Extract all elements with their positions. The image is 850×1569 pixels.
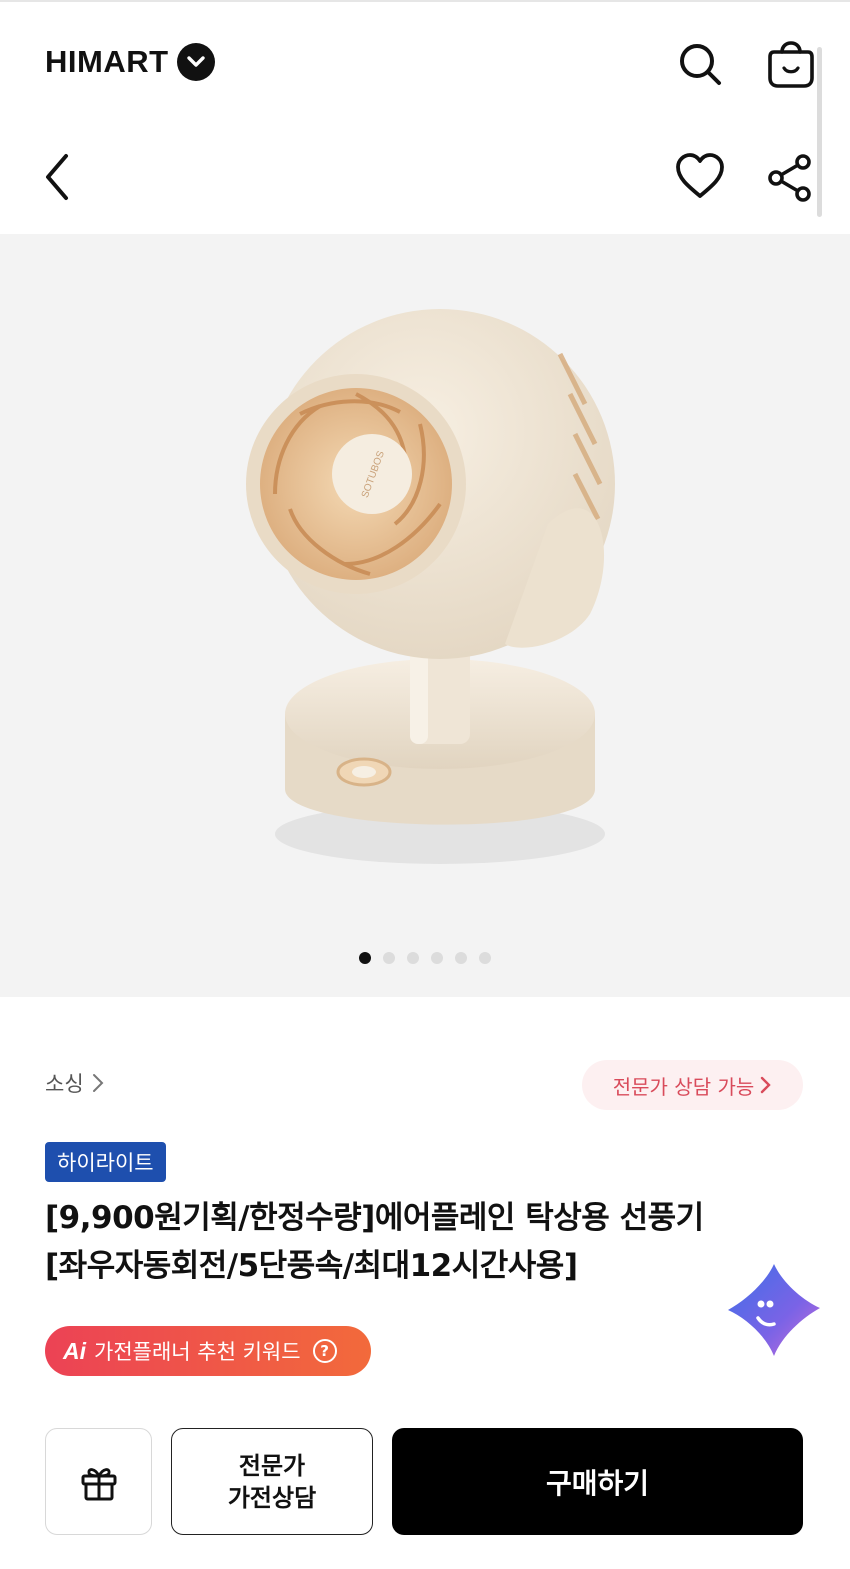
chevron-right-icon [761, 1076, 771, 1094]
share-icon [768, 154, 811, 202]
shopping-bag-icon [768, 41, 814, 88]
expert-consult-label: 전문가 상담 가능 [612, 1074, 755, 1099]
ai-planner-keyword-button[interactable]: Ai 가전플래너 추천 키워드 ? [45, 1326, 371, 1376]
back-button[interactable] [32, 148, 82, 206]
ai-assistant-float-button[interactable] [724, 1260, 824, 1360]
product-title-line1: [9,900원기획/한정수량]에어플레인 탁상용 선풍기 [45, 1200, 704, 1236]
carousel-dot[interactable] [431, 952, 443, 964]
product-image-gallery[interactable]: SOTUBOS [0, 234, 850, 997]
carousel-dot[interactable] [383, 952, 395, 964]
product-title-line2: [좌우자동회전/5단풍속/최대12시간사용] [45, 1248, 578, 1284]
ai-planner-label: 가전플래너 추천 키워드 [94, 1340, 301, 1364]
highlight-badge: 하이라이트 [45, 1142, 166, 1182]
expert-consult-button[interactable]: 전문가 가전상담 [171, 1428, 373, 1535]
gift-button[interactable] [45, 1428, 152, 1535]
heart-icon [676, 153, 724, 198]
product-title: [9,900원기획/한정수량]에어플레인 탁상용 선풍기 [좌우자동회전/5단풍… [45, 1194, 805, 1290]
header: HIMART [0, 2, 850, 234]
expert-button-line2: 가전상담 [227, 1483, 317, 1512]
carousel-dot[interactable] [359, 952, 371, 964]
search-button[interactable] [672, 36, 728, 92]
help-icon[interactable]: ? [312, 1339, 337, 1363]
carousel-dot[interactable] [455, 952, 467, 964]
scrollbar[interactable] [817, 47, 822, 217]
chevron-down-icon [176, 43, 215, 81]
expert-button-line1: 전문가 [238, 1451, 306, 1480]
cart-button[interactable] [762, 34, 820, 92]
wishlist-button[interactable] [672, 148, 728, 204]
buy-button[interactable]: 구매하기 [392, 1428, 803, 1535]
product-image: SOTUBOS [246, 309, 615, 864]
ai-logo: Ai [63, 1337, 86, 1364]
chevron-right-icon [92, 1074, 104, 1092]
carousel-dot[interactable] [407, 952, 419, 964]
carousel-dot[interactable] [479, 952, 491, 964]
himart-logo[interactable]: HIMART [45, 42, 215, 82]
share-button[interactable] [764, 150, 816, 206]
expert-consult-link[interactable]: 전문가 상담 가능 [582, 1060, 803, 1110]
back-icon [46, 154, 68, 200]
logo-text: HIMART [45, 44, 169, 79]
gift-icon [81, 1467, 116, 1500]
carousel-dots [0, 952, 850, 964]
ai-assistant-icon [728, 1264, 820, 1356]
category-label: 소싱 [45, 1072, 84, 1096]
search-icon [680, 44, 721, 85]
category-link[interactable]: 소싱 [45, 1068, 104, 1098]
